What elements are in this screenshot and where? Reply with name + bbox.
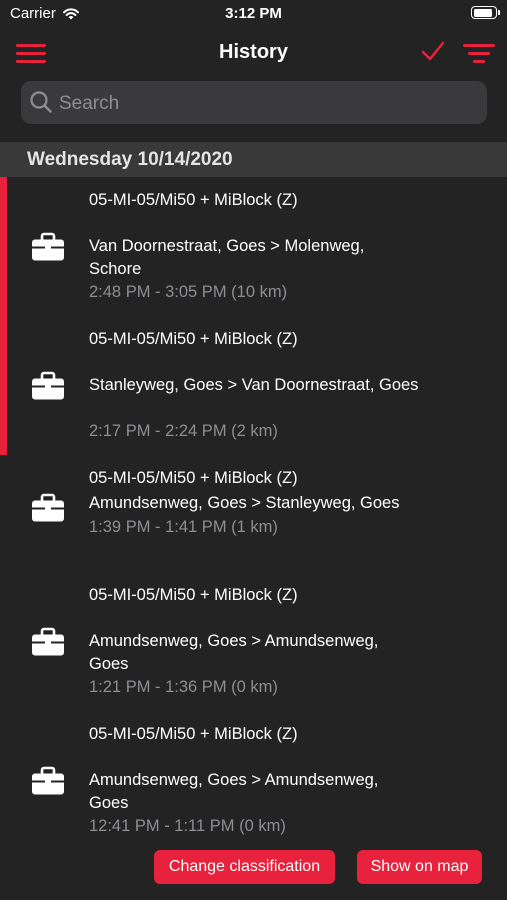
section-date: Wednesday 10/14/2020 <box>27 149 233 170</box>
trip-time: 2:17 PM - 2:24 PM (2 km) <box>89 422 278 440</box>
trip-route: Amundsenweg, Goes > Stanleyweg, Goes <box>89 494 400 512</box>
trip-row[interactable]: 05-MI-05/Mi50 + MiBlock (Z) Amundsenweg,… <box>0 455 507 572</box>
status-bar: Carrier 3:12 PM <box>0 0 507 28</box>
selection-indicator <box>0 316 7 455</box>
show-on-map-button[interactable]: Show on map <box>357 850 482 884</box>
trip-list: 05-MI-05/Mi50 + MiBlock (Z) Van Doornest… <box>0 177 507 850</box>
trip-time: 12:41 PM - 1:11 PM (0 km) <box>89 817 286 835</box>
trip-route: Amundsenweg, Goes > Amundsenweg, Goes <box>89 771 379 812</box>
trip-vehicle: 05-MI-05/Mi50 + MiBlock (Z) <box>89 725 298 743</box>
trip-row[interactable]: 05-MI-05/Mi50 + MiBlock (Z) Amundsenweg,… <box>0 572 507 711</box>
trip-time: 1:21 PM - 1:36 PM (0 km) <box>89 678 278 696</box>
change-classification-button[interactable]: Change classification <box>154 850 335 884</box>
status-time: 3:12 PM <box>225 5 282 22</box>
trip-vehicle: 05-MI-05/Mi50 + MiBlock (Z) <box>89 330 298 348</box>
search-icon <box>30 91 52 113</box>
trip-time: 1:39 PM - 1:41 PM (1 km) <box>89 518 278 536</box>
trip-route: Amundsenweg, Goes > Amundsenweg, Goes <box>89 632 379 673</box>
briefcase-icon <box>32 766 64 795</box>
search-bar <box>21 81 487 126</box>
trip-row[interactable]: 05-MI-05/Mi50 + MiBlock (Z) Amundsenweg,… <box>0 711 507 850</box>
filter-icon[interactable] <box>463 44 495 64</box>
trip-route: Van Doornestraat, Goes > Molenweg, Schor… <box>89 237 365 278</box>
checkmark-icon[interactable] <box>420 38 446 64</box>
briefcase-icon <box>32 232 64 261</box>
briefcase-icon <box>32 493 64 522</box>
nav-bar: History <box>0 28 507 78</box>
search-input[interactable] <box>57 81 481 126</box>
trip-row[interactable]: 05-MI-05/Mi50 + MiBlock (Z) Van Doornest… <box>0 177 507 316</box>
trip-row[interactable]: 05-MI-05/Mi50 + MiBlock (Z) Stanleyweg, … <box>0 316 507 455</box>
trip-vehicle: 05-MI-05/Mi50 + MiBlock (Z) <box>89 469 298 487</box>
trip-vehicle: 05-MI-05/Mi50 + MiBlock (Z) <box>89 586 298 604</box>
briefcase-icon <box>32 627 64 656</box>
selection-indicator <box>0 177 7 316</box>
trip-vehicle: 05-MI-05/Mi50 + MiBlock (Z) <box>89 191 298 209</box>
battery-icon <box>471 6 500 19</box>
trip-route: Stanleyweg, Goes > Van Doornestraat, Goe… <box>89 376 419 394</box>
trip-time: 2:48 PM - 3:05 PM (10 km) <box>89 283 288 301</box>
section-header: Wednesday 10/14/2020 <box>0 142 507 177</box>
briefcase-icon <box>32 371 64 400</box>
